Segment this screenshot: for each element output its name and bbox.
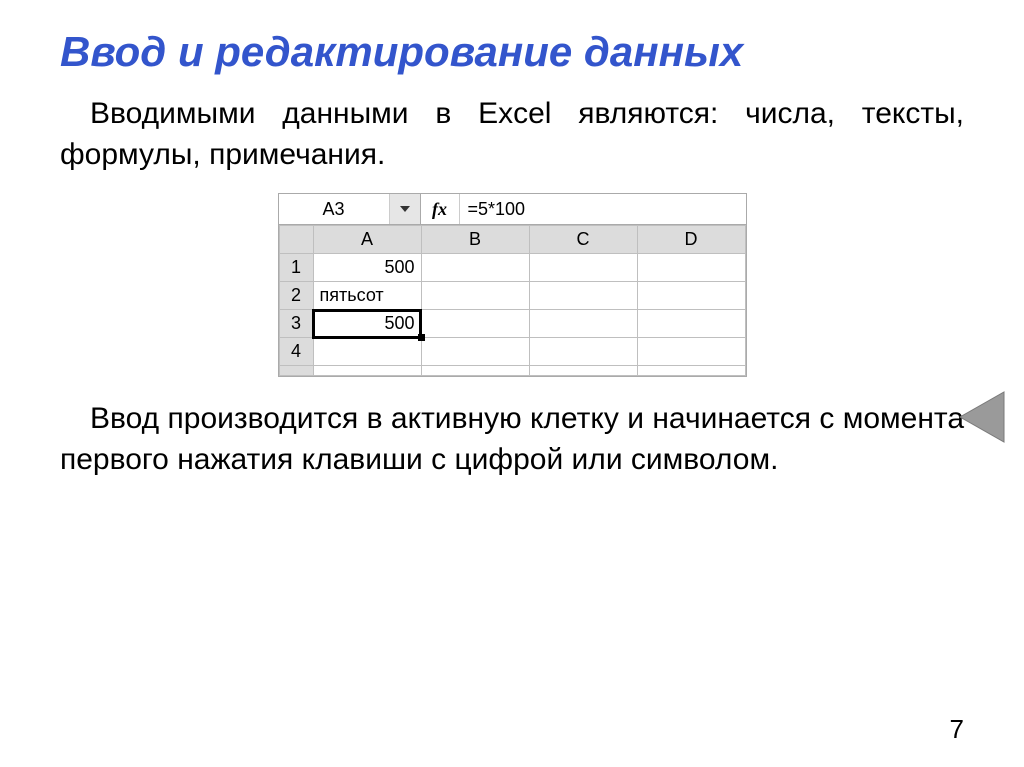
- cell-a2[interactable]: пятьсот: [313, 282, 421, 310]
- page-number: 7: [950, 714, 964, 745]
- cell-cut: [637, 366, 745, 376]
- col-header-c[interactable]: C: [529, 226, 637, 254]
- cell-cut: [421, 366, 529, 376]
- formula-bar: A3 fx =5*100: [279, 194, 746, 225]
- cell-d4[interactable]: [637, 338, 745, 366]
- select-all-corner[interactable]: [279, 226, 313, 254]
- row-header-2[interactable]: 2: [279, 282, 313, 310]
- fx-button[interactable]: fx: [421, 194, 460, 224]
- page-title: Ввод и редактирование данных: [60, 28, 964, 76]
- cell-b4[interactable]: [421, 338, 529, 366]
- cell-a3-value: 500: [384, 313, 414, 333]
- row-header-1[interactable]: 1: [279, 254, 313, 282]
- chevron-down-icon: [400, 206, 410, 212]
- previous-slide-button[interactable]: [946, 382, 1016, 452]
- cell-b3[interactable]: [421, 310, 529, 338]
- cell-cut: [529, 366, 637, 376]
- fill-handle[interactable]: [418, 334, 425, 341]
- cell-c4[interactable]: [529, 338, 637, 366]
- cell-d3[interactable]: [637, 310, 745, 338]
- cell-d1[interactable]: [637, 254, 745, 282]
- row-header-4[interactable]: 4: [279, 338, 313, 366]
- name-box[interactable]: A3: [279, 194, 389, 224]
- formula-input[interactable]: =5*100: [460, 194, 746, 224]
- excel-screenshot: A3 fx =5*100 A B C D 1 500: [278, 193, 747, 377]
- row-header-3[interactable]: 3: [279, 310, 313, 338]
- cell-a1[interactable]: 500: [313, 254, 421, 282]
- table-row: 1 500: [279, 254, 745, 282]
- triangle-left-icon: [946, 382, 1016, 452]
- cell-a3-active[interactable]: 500: [313, 310, 421, 338]
- cell-c1[interactable]: [529, 254, 637, 282]
- table-row: 2 пятьсот: [279, 282, 745, 310]
- cell-d2[interactable]: [637, 282, 745, 310]
- cell-c3[interactable]: [529, 310, 637, 338]
- col-header-d[interactable]: D: [637, 226, 745, 254]
- name-box-dropdown[interactable]: [389, 194, 421, 224]
- row-header-cut: [279, 366, 313, 376]
- col-header-a[interactable]: A: [313, 226, 421, 254]
- cell-b2[interactable]: [421, 282, 529, 310]
- cell-b1[interactable]: [421, 254, 529, 282]
- col-header-b[interactable]: B: [421, 226, 529, 254]
- spreadsheet-grid: A B C D 1 500 2 пятьсот: [279, 225, 746, 376]
- cell-cut: [313, 366, 421, 376]
- table-row: 3 500: [279, 310, 745, 338]
- table-row-cut: [279, 366, 745, 376]
- paragraph-intro: Вводимыми данными в Excel являются: числ…: [60, 94, 964, 175]
- table-row: 4: [279, 338, 745, 366]
- cell-a4[interactable]: [313, 338, 421, 366]
- paragraph-detail: Ввод производится в активную клетку и на…: [60, 399, 964, 480]
- cell-c2[interactable]: [529, 282, 637, 310]
